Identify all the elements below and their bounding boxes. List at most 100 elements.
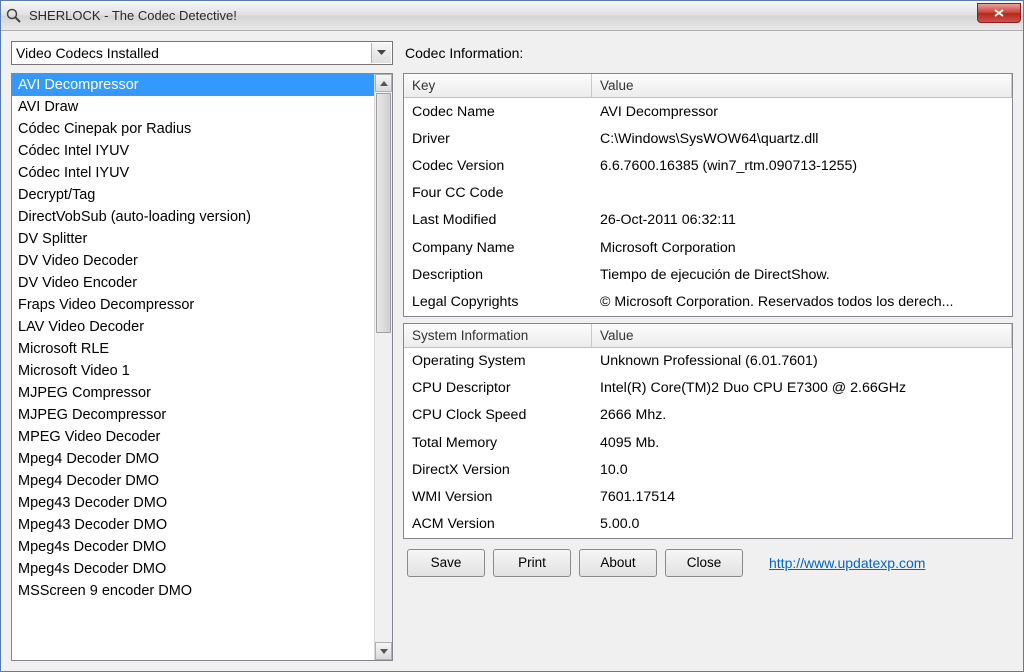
list-item[interactable]: Mpeg4 Decoder DMO [12,448,374,470]
list-item[interactable]: Códec Intel IYUV [12,162,374,184]
list-item[interactable]: DV Splitter [12,228,374,250]
table-row[interactable]: DriverC:\Windows\SysWOW64\quartz.dll [404,125,1012,152]
codec-listbox-wrap: AVI DecompressorAVI DrawCódec Cinepak po… [11,73,393,661]
list-item[interactable]: Códec Cinepak por Radius [12,118,374,140]
close-button[interactable]: Close [665,549,743,577]
list-item[interactable]: LAV Video Decoder [12,316,374,338]
table-row[interactable]: Legal Copyrights© Microsoft Corporation.… [404,288,1012,315]
cell-key: Legal Copyrights [404,294,592,310]
cell-key: CPU Descriptor [404,380,592,396]
cell-value: 10.0 [592,462,1012,478]
cell-value: 26-Oct-2011 06:32:11 [592,212,1012,228]
listbox-scrollbar[interactable] [374,74,392,660]
table-row[interactable]: Operating SystemUnknown Professional (6.… [404,348,1012,375]
header-sysinfo[interactable]: System Information [404,324,592,347]
app-icon [5,7,23,25]
list-item[interactable]: DirectVobSub (auto-loading version) [12,206,374,228]
table-row[interactable]: CPU DescriptorIntel(R) Core(TM)2 Duo CPU… [404,375,1012,402]
website-link[interactable]: http://www.updatexp.com [769,555,925,571]
table-row[interactable]: WMI Version7601.17514 [404,483,1012,510]
cell-key: Operating System [404,353,592,369]
codec-listbox[interactable]: AVI DecompressorAVI DrawCódec Cinepak po… [12,74,374,660]
list-item[interactable]: DV Video Encoder [12,272,374,294]
header-sysval[interactable]: Value [592,324,1012,347]
list-item[interactable]: Microsoft Video 1 [12,360,374,382]
cell-value: AVI Decompressor [592,104,1012,120]
titlebar: SHERLOCK - The Codec Detective! [1,1,1023,31]
list-item[interactable]: Decrypt/Tag [12,184,374,206]
cell-key: Last Modified [404,212,592,228]
save-button[interactable]: Save [407,549,485,577]
cell-value: Microsoft Corporation [592,240,1012,256]
codec-info-header: Key Value [404,74,1012,98]
list-item[interactable]: Fraps Video Decompressor [12,294,374,316]
table-row[interactable]: Codec Version6.6.7600.16385 (win7_rtm.09… [404,152,1012,179]
list-item[interactable]: MSScreen 9 encoder DMO [12,580,374,602]
list-item[interactable]: Mpeg4s Decoder DMO [12,536,374,558]
cell-key: Driver [404,131,592,147]
list-item[interactable]: MJPEG Compressor [12,382,374,404]
left-panel: Video Codecs Installed AVI DecompressorA… [11,41,393,661]
list-item[interactable]: Mpeg43 Decoder DMO [12,492,374,514]
header-value[interactable]: Value [592,74,1012,97]
scroll-down-button[interactable] [375,642,392,660]
list-item[interactable]: MPEG Video Decoder [12,426,374,448]
list-item[interactable]: Microsoft RLE [12,338,374,360]
system-info-grid: System Information Value Operating Syste… [403,323,1013,539]
table-row[interactable]: Codec NameAVI Decompressor [404,98,1012,125]
cell-key: Company Name [404,240,592,256]
cell-key: WMI Version [404,489,592,505]
table-row[interactable]: Last Modified26-Oct-2011 06:32:11 [404,207,1012,234]
list-item[interactable]: AVI Decompressor [12,74,374,96]
cell-value: 4095 Mb. [592,435,1012,451]
chevron-down-icon [371,43,391,63]
cell-value: C:\Windows\SysWOW64\quartz.dll [592,131,1012,147]
list-item[interactable]: Mpeg4 Decoder DMO [12,470,374,492]
list-item[interactable]: Mpeg4s Decoder DMO [12,558,374,580]
cell-value: Intel(R) Core(TM)2 Duo CPU E7300 @ 2.66G… [592,380,1012,396]
table-row[interactable]: CPU Clock Speed2666 Mhz. [404,402,1012,429]
cell-key: Total Memory [404,435,592,451]
cell-key: Description [404,267,592,283]
right-panel: Codec Information: Key Value Codec NameA… [403,41,1013,661]
section-label: Codec Information: [403,41,1013,65]
button-row: Save Print About Close http://www.update… [403,549,1013,577]
cell-key: Four CC Code [404,185,592,201]
table-row[interactable]: ACM Version5.00.0 [404,511,1012,538]
content-area: Video Codecs Installed AVI DecompressorA… [1,31,1023,671]
scroll-thumb[interactable] [376,93,391,333]
table-row[interactable]: DirectX Version10.0 [404,456,1012,483]
cell-value: 5.00.0 [592,516,1012,532]
cell-value: 6.6.7600.16385 (win7_rtm.090713-1255) [592,158,1012,174]
table-row[interactable]: Company NameMicrosoft Corporation [404,234,1012,261]
table-row[interactable]: Four CC Code [404,180,1012,207]
cell-key: ACM Version [404,516,592,532]
cell-value: Tiempo de ejecución de DirectShow. [592,267,1012,283]
print-button[interactable]: Print [493,549,571,577]
list-item[interactable]: Mpeg43 Decoder DMO [12,514,374,536]
table-row[interactable]: DescriptionTiempo de ejecución de Direct… [404,261,1012,288]
cell-value: 2666 Mhz. [592,407,1012,423]
dropdown-value: Video Codecs Installed [16,45,159,61]
window-title: SHERLOCK - The Codec Detective! [29,8,237,23]
cell-value: 7601.17514 [592,489,1012,505]
header-key[interactable]: Key [404,74,592,97]
app-window: SHERLOCK - The Codec Detective! Video Co… [0,0,1024,672]
scroll-up-button[interactable] [375,74,392,92]
list-item[interactable]: MJPEG Decompressor [12,404,374,426]
cell-value: Unknown Professional (6.01.7601) [592,353,1012,369]
cell-key: Codec Version [404,158,592,174]
system-info-header: System Information Value [404,324,1012,348]
table-row[interactable]: Total Memory4095 Mb. [404,429,1012,456]
close-window-button[interactable] [977,3,1021,23]
list-item[interactable]: AVI Draw [12,96,374,118]
cell-key: DirectX Version [404,462,592,478]
cell-value: © Microsoft Corporation. Reservados todo… [592,294,1012,310]
cell-key: CPU Clock Speed [404,407,592,423]
cell-key: Codec Name [404,104,592,120]
list-item[interactable]: DV Video Decoder [12,250,374,272]
about-button[interactable]: About [579,549,657,577]
category-dropdown[interactable]: Video Codecs Installed [11,41,393,65]
list-item[interactable]: Códec Intel IYUV [12,140,374,162]
codec-info-grid: Key Value Codec NameAVI DecompressorDriv… [403,73,1013,317]
